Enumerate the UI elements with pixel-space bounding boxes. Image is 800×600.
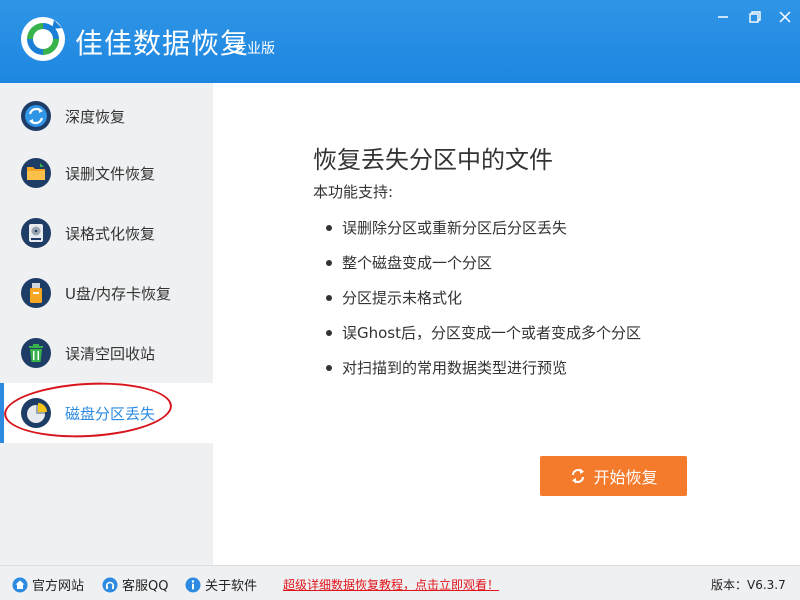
pie-chart-icon bbox=[21, 398, 51, 428]
app-title: 佳佳数据恢复 bbox=[75, 27, 250, 60]
feature-text: 分区提示未格式化 bbox=[342, 289, 463, 307]
version-label: 版本：V6.3.7 bbox=[711, 578, 786, 592]
about-software-link[interactable]: 关于软件 bbox=[185, 575, 257, 594]
sidebar-item-label: 磁盘分区丢失 bbox=[65, 404, 156, 423]
info-icon bbox=[185, 577, 201, 592]
close-button[interactable] bbox=[774, 8, 796, 26]
sidebar: 深度恢复 误删文件恢复 误格式化恢复 U盘/内存卡恢复 误清空回收站 磁盘分区丢… bbox=[0, 83, 213, 565]
sidebar-item-label: 误格式化恢复 bbox=[65, 224, 156, 243]
sidebar-item-recycle-bin[interactable]: 误清空回收站 bbox=[0, 323, 213, 383]
sidebar-item-label: 误删文件恢复 bbox=[65, 164, 156, 183]
sidebar-item-usb-card[interactable]: U盘/内存卡恢复 bbox=[0, 263, 213, 323]
close-icon bbox=[779, 11, 791, 23]
sidebar-item-format-recovery[interactable]: 误格式化恢复 bbox=[0, 203, 213, 263]
headset-icon bbox=[102, 577, 118, 592]
feature-text: 对扫描到的常用数据类型进行预览 bbox=[342, 359, 568, 377]
feature-text: 误Ghost后，分区变成一个或者变成多个分区 bbox=[342, 324, 642, 342]
recycle-bin-icon bbox=[21, 338, 51, 368]
sidebar-item-label: 误清空回收站 bbox=[65, 344, 156, 363]
restore-button[interactable] bbox=[744, 8, 766, 26]
bullet-icon bbox=[326, 294, 332, 301]
feature-text: 整个磁盘变成一个分区 bbox=[342, 254, 493, 272]
title-bar: 佳佳数据恢复 专业版 bbox=[0, 0, 800, 83]
sidebar-item-label: 深度恢复 bbox=[65, 107, 126, 126]
start-recovery-button[interactable]: 开始恢复 bbox=[540, 456, 687, 496]
app-logo-icon bbox=[21, 17, 65, 61]
home-icon bbox=[12, 577, 28, 592]
tutorial-promo-link[interactable]: 超级详细数据恢复教程，点击立即观看！ bbox=[283, 576, 499, 593]
list-item: 误Ghost后，分区变成一个或者变成多个分区 bbox=[326, 322, 641, 343]
minimize-button[interactable] bbox=[712, 8, 734, 26]
bullet-icon bbox=[326, 364, 332, 371]
list-item: 误删除分区或重新分区后分区丢失 bbox=[326, 217, 567, 238]
bullet-icon bbox=[326, 224, 332, 231]
list-item: 分区提示未格式化 bbox=[326, 287, 462, 308]
hard-disk-icon bbox=[21, 218, 51, 248]
bullet-icon bbox=[326, 329, 332, 336]
deep-recovery-icon bbox=[21, 101, 51, 131]
list-item: 整个磁盘变成一个分区 bbox=[326, 252, 492, 273]
list-item: 对扫描到的常用数据类型进行预览 bbox=[326, 357, 567, 378]
sidebar-item-label: U盘/内存卡恢复 bbox=[65, 284, 172, 303]
about-software-label: 关于软件 bbox=[205, 579, 258, 594]
page-title: 恢复丢失分区中的文件 bbox=[313, 146, 553, 174]
app-edition: 专业版 bbox=[233, 41, 275, 57]
minimize-icon bbox=[718, 16, 728, 18]
official-website-link[interactable]: 官方网站 bbox=[12, 575, 84, 594]
restore-icon bbox=[749, 11, 761, 23]
sidebar-item-deep-recovery[interactable]: 深度恢复 bbox=[0, 86, 213, 146]
folder-icon bbox=[21, 158, 51, 188]
support-qq-link[interactable]: 客服QQ bbox=[102, 575, 168, 594]
sidebar-item-deleted-files[interactable]: 误删文件恢复 bbox=[0, 143, 213, 203]
active-indicator bbox=[0, 383, 4, 443]
usb-icon bbox=[21, 278, 51, 308]
feature-text: 误删除分区或重新分区后分区丢失 bbox=[342, 219, 568, 237]
support-qq-label: 客服QQ bbox=[122, 579, 169, 594]
support-label: 本功能支持: bbox=[313, 183, 394, 201]
official-website-label: 官方网站 bbox=[32, 579, 85, 594]
refresh-icon bbox=[572, 468, 585, 484]
start-recovery-label: 开始恢复 bbox=[593, 468, 658, 487]
sidebar-item-partition-lost[interactable]: 磁盘分区丢失 bbox=[0, 383, 213, 443]
status-bar: 官方网站 客服QQ 关于软件 超级详细数据恢复教程，点击立即观看！ 版本：V6.… bbox=[0, 565, 800, 600]
bullet-icon bbox=[326, 259, 332, 266]
